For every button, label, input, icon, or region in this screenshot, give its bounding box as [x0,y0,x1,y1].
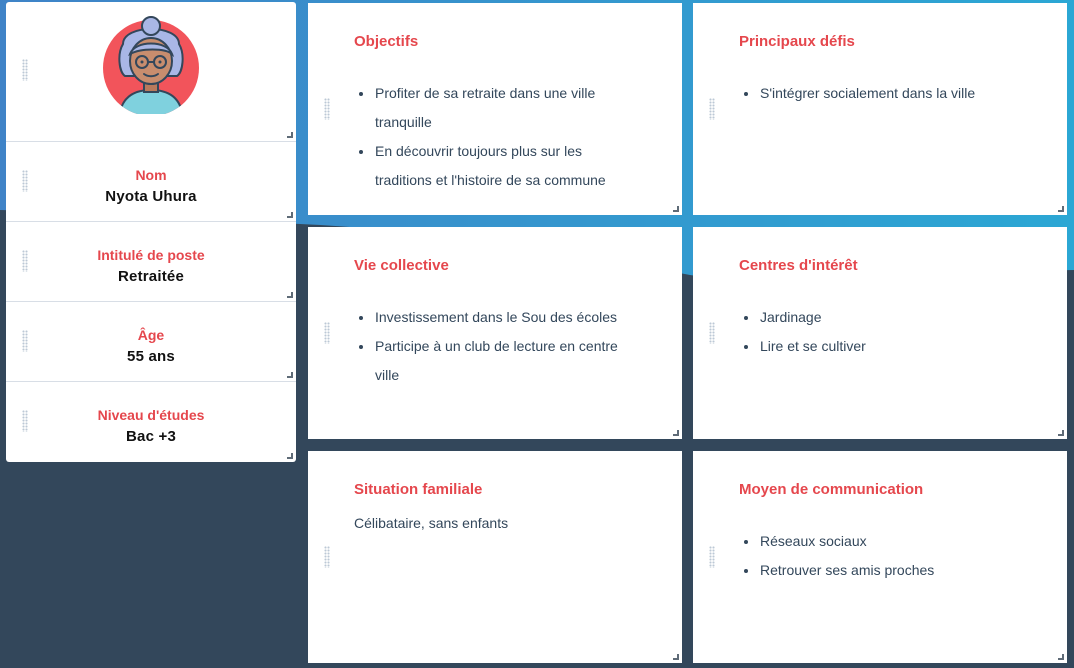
resize-handle-icon[interactable] [1058,206,1064,212]
resize-handle-icon[interactable] [287,212,293,218]
list-item: Lire et se cultiver [759,332,1059,361]
field-label: Nom [135,167,167,183]
field-value: 55 ans [127,348,175,365]
drag-handle-icon[interactable] [22,170,28,192]
resize-handle-icon[interactable] [287,292,293,298]
drag-handle-icon[interactable] [22,330,28,352]
card-list: S'intégrer socialement dans la ville [739,79,1059,108]
list-item: Retrouver ses amis proches [759,556,1059,585]
drag-handle-icon[interactable] [22,410,28,432]
drag-handle-icon[interactable] [324,98,330,120]
field-value: Retraitée [118,268,184,285]
list-item: Profiter de sa retraite dans une ville t… [374,79,634,137]
drag-handle-icon[interactable] [709,98,715,120]
elderly-woman-avatar-icon [103,16,199,114]
field-label: Âge [137,327,165,343]
card-title: Objectifs [354,33,419,50]
card-situation-familiale[interactable]: Situation familiale Célibataire, sans en… [308,451,682,663]
field-value: Nyota Uhura [105,188,197,205]
resize-handle-icon[interactable] [673,430,679,436]
card-moyen-communication[interactable]: Moyen de communication Réseaux sociaux R… [693,451,1067,663]
list-item: Investissement dans le Sou des écoles [374,303,634,332]
resize-handle-icon[interactable] [673,206,679,212]
field-age[interactable]: Âge 55 ans [6,302,296,382]
resize-handle-icon[interactable] [1058,430,1064,436]
card-text: Célibataire, sans enfants [354,515,509,531]
card-centres-interet[interactable]: Centres d'intérêt Jardinage Lire et se c… [693,227,1067,439]
resize-handle-icon[interactable] [673,654,679,660]
resize-handle-icon[interactable] [287,372,293,378]
list-item: En découvrir toujours plus sur les tradi… [374,137,634,195]
field-education[interactable]: Niveau d'études Bac +3 [6,382,296,462]
card-vie-collective[interactable]: Vie collective Investissement dans le So… [308,227,682,439]
card-list: Profiter de sa retraite dans une ville t… [354,79,634,195]
list-item: S'intégrer socialement dans la ville [759,79,1059,108]
resize-handle-icon[interactable] [287,453,293,459]
persona-profile-panel: Nom Nyota Uhura Intitulé de poste Retrai… [6,2,296,462]
resize-handle-icon[interactable] [287,132,293,138]
card-title: Principaux défis [739,33,855,50]
card-title: Moyen de communication [739,481,924,498]
list-item: Réseaux sociaux [759,527,1059,556]
drag-handle-icon[interactable] [22,59,28,81]
field-label: Niveau d'études [97,407,205,423]
field-name[interactable]: Nom Nyota Uhura [6,142,296,222]
avatar-section[interactable] [6,2,296,142]
card-list: Investissement dans le Sou des écoles Pa… [354,303,634,390]
card-title: Situation familiale [354,481,483,498]
drag-handle-icon[interactable] [324,322,330,344]
field-job-title[interactable]: Intitulé de poste Retraitée [6,222,296,302]
card-title: Vie collective [354,257,449,274]
card-list: Jardinage Lire et se cultiver [739,303,1059,361]
field-label: Intitulé de poste [97,247,205,263]
resize-handle-icon[interactable] [1058,654,1064,660]
card-principaux-defis[interactable]: Principaux défis S'intégrer socialement … [693,3,1067,215]
drag-handle-icon[interactable] [709,322,715,344]
field-value: Bac +3 [126,428,176,445]
card-list: Réseaux sociaux Retrouver ses amis proch… [739,527,1059,585]
card-title: Centres d'intérêt [739,257,858,274]
drag-handle-icon[interactable] [324,546,330,568]
list-item: Jardinage [759,303,1059,332]
drag-handle-icon[interactable] [709,546,715,568]
card-objectifs[interactable]: Objectifs Profiter de sa retraite dans u… [308,3,682,215]
drag-handle-icon[interactable] [22,250,28,272]
list-item: Participe à un club de lecture en centre… [374,332,634,390]
